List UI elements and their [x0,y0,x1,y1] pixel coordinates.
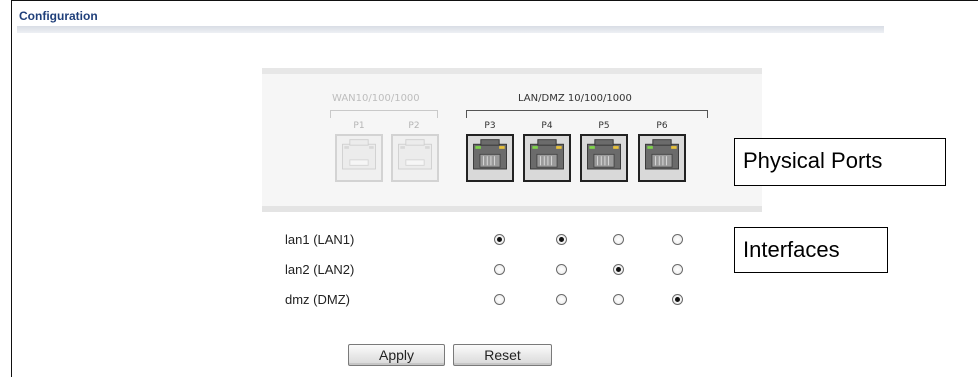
radio-dmz-p3[interactable] [494,294,505,305]
interface-label-dmz: dmz (DMZ) [285,292,350,307]
lan-group-bracket [466,110,708,118]
title-rule [17,26,884,33]
wan-group-label: WAN10/100/1000 [332,93,420,104]
radio-dmz-p4[interactable] [556,294,567,305]
radio-lan2-p3[interactable] [494,264,505,275]
interfaces-callout: Interfaces [734,227,888,273]
port-label-p3: P3 [484,121,496,131]
ethernet-port-icon-p4 [523,134,571,182]
physical-ports-callout: Physical Ports [734,138,946,186]
radio-dmz-p5[interactable] [613,294,624,305]
radio-dmz-p6[interactable] [672,294,683,305]
port-label-p6: P6 [656,121,668,131]
radio-lan1-p5[interactable] [613,234,624,245]
section-title: Configuration [19,9,98,23]
port-label-p1: P1 [353,121,365,131]
port-label-p5: P5 [598,121,610,131]
port-label-p4: P4 [541,121,553,131]
radio-lan2-p4[interactable] [556,264,567,275]
port-label-p2: P2 [408,121,420,131]
wan-group-bracket [330,110,438,118]
radio-lan1-p3[interactable] [494,234,505,245]
ethernet-port-icon-p1 [335,134,383,182]
ethernet-port-icon-p2 [391,134,439,182]
ethernet-port-icon-p3 [466,134,514,182]
radio-lan1-p6[interactable] [672,234,683,245]
radio-lan2-p6[interactable] [672,264,683,275]
ethernet-port-icon-p6 [638,134,686,182]
interface-label-lan1: lan1 (LAN1) [285,232,355,247]
ethernet-port-icon-p5 [580,134,628,182]
interface-label-lan2: lan2 (LAN2) [285,262,355,277]
apply-button[interactable]: Apply [348,344,445,366]
reset-button[interactable]: Reset [453,344,552,366]
radio-lan2-p5[interactable] [613,264,624,275]
lan-dmz-group-label: LAN/DMZ 10/100/1000 [518,93,632,104]
radio-lan1-p4[interactable] [556,234,567,245]
